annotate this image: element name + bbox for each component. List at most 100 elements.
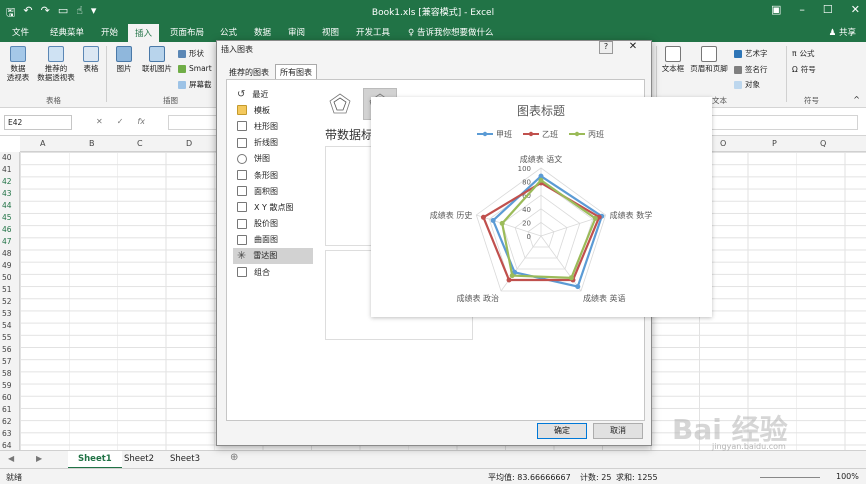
- sheet-tab-sheet3[interactable]: Sheet3: [170, 454, 200, 464]
- category-area[interactable]: 面积图: [233, 183, 313, 199]
- zoom-level[interactable]: 100%: [836, 472, 859, 481]
- row-header[interactable]: 63: [2, 429, 12, 438]
- category-templates[interactable]: 模板: [233, 102, 313, 118]
- row-header[interactable]: 49: [2, 261, 12, 270]
- ribbon-display-icon[interactable]: ▣: [771, 3, 781, 16]
- row-header[interactable]: 59: [2, 381, 12, 390]
- row-header[interactable]: 55: [2, 333, 12, 342]
- row-header[interactable]: 58: [2, 369, 12, 378]
- category-scatter[interactable]: X Y 散点图: [233, 199, 313, 215]
- row-header[interactable]: 50: [2, 273, 12, 282]
- header-footer-button[interactable]: 页眉和页脚: [688, 46, 730, 73]
- category-recent[interactable]: ↺ 最近: [233, 86, 313, 102]
- row-header[interactable]: 46: [2, 225, 12, 234]
- close-icon[interactable]: ✕: [617, 41, 649, 54]
- row-header[interactable]: 48: [2, 249, 12, 258]
- signature-line-button[interactable]: 签名行: [734, 64, 768, 75]
- sheet-tab-sheet1[interactable]: Sheet1: [68, 451, 122, 469]
- ok-button[interactable]: 确定: [537, 423, 587, 439]
- row-header[interactable]: 51: [2, 285, 12, 294]
- pictures-button[interactable]: 图片: [114, 46, 134, 73]
- subtype-radar[interactable]: [323, 88, 357, 120]
- help-icon[interactable]: ?: [599, 41, 613, 54]
- share-label: 共享: [838, 28, 856, 38]
- column-header[interactable]: O: [720, 139, 726, 148]
- row-header[interactable]: 42: [2, 177, 12, 186]
- row-header[interactable]: 52: [2, 297, 12, 306]
- row-header[interactable]: 40: [2, 153, 12, 162]
- row-header[interactable]: 60: [2, 393, 12, 402]
- object-button[interactable]: 对象: [734, 79, 760, 90]
- row-header[interactable]: 62: [2, 417, 12, 426]
- symbol-button[interactable]: Ω 符号: [792, 64, 816, 75]
- tab-file[interactable]: 文件: [12, 26, 29, 38]
- screenshot-button[interactable]: 屏幕截: [178, 79, 212, 90]
- maximize-icon[interactable]: ☐: [823, 3, 833, 16]
- share-button[interactable]: ♟ 共享: [829, 26, 856, 38]
- tab-all-charts[interactable]: 所有图表: [275, 64, 317, 80]
- recommended-pivot-button[interactable]: 推荐的 数据透视表: [36, 46, 76, 82]
- add-sheet-icon[interactable]: ⊕: [230, 452, 238, 463]
- column-header[interactable]: B: [89, 139, 95, 148]
- category-column[interactable]: 柱形图: [233, 118, 313, 134]
- table-button[interactable]: 表格: [80, 46, 102, 73]
- row-header[interactable]: 54: [2, 321, 12, 330]
- minimize-icon[interactable]: –: [799, 3, 805, 16]
- tab-formulas[interactable]: 公式: [220, 26, 237, 38]
- row-header[interactable]: 57: [2, 357, 12, 366]
- row-header[interactable]: 41: [2, 165, 12, 174]
- pi-icon: π: [792, 49, 797, 58]
- tell-me-search[interactable]: ♀ 告诉我你想要做什么: [408, 26, 493, 38]
- row-header[interactable]: 53: [2, 309, 12, 318]
- category-pie[interactable]: 饼图: [233, 151, 313, 167]
- column-header[interactable]: Q: [820, 139, 826, 148]
- text-group-label: 文本: [712, 96, 727, 105]
- row-header[interactable]: 61: [2, 405, 12, 414]
- tab-developer[interactable]: 开发工具: [356, 26, 390, 38]
- omega-icon: Ω: [792, 65, 798, 74]
- next-sheet-icon[interactable]: ▶: [36, 454, 42, 463]
- shapes-button[interactable]: 形状: [178, 48, 204, 59]
- insert-function-icon[interactable]: fx: [137, 117, 145, 126]
- textbox-button[interactable]: 文本框: [660, 46, 686, 73]
- row-header[interactable]: 56: [2, 345, 12, 354]
- screenshot-label: 屏幕截: [189, 80, 212, 89]
- row-header[interactable]: 44: [2, 201, 12, 210]
- row-header[interactable]: 64: [2, 441, 12, 450]
- category-radar[interactable]: ✳ 雷达图: [233, 247, 313, 265]
- pivot-table-button[interactable]: 数据 透视表: [5, 46, 31, 82]
- column-header[interactable]: D: [186, 139, 192, 148]
- category-bar[interactable]: 条形图: [233, 167, 313, 183]
- wordart-button[interactable]: 艺术字: [734, 48, 768, 59]
- category-surface[interactable]: 曲面图: [233, 232, 313, 248]
- zoom-slider[interactable]: [760, 477, 820, 478]
- column-header[interactable]: C: [137, 139, 143, 148]
- tab-data[interactable]: 数据: [254, 26, 271, 38]
- cancel-icon[interactable]: ✕: [96, 117, 103, 126]
- name-box[interactable]: E42: [4, 115, 72, 130]
- sheet-tab-sheet2[interactable]: Sheet2: [124, 454, 154, 464]
- tab-home[interactable]: 开始: [101, 26, 118, 38]
- tab-recommended-charts[interactable]: 推荐的图表: [225, 65, 273, 80]
- tab-review[interactable]: 审阅: [288, 26, 305, 38]
- close-icon[interactable]: ✕: [851, 3, 860, 16]
- equation-button[interactable]: π 公式: [792, 48, 815, 59]
- row-header[interactable]: 47: [2, 237, 12, 246]
- column-header[interactable]: P: [772, 139, 777, 148]
- row-header[interactable]: 45: [2, 213, 12, 222]
- row-header[interactable]: 43: [2, 189, 12, 198]
- column-header[interactable]: A: [40, 139, 45, 148]
- category-combo[interactable]: 组合: [233, 264, 313, 280]
- prev-sheet-icon[interactable]: ◀: [8, 454, 14, 463]
- tab-classic-menu[interactable]: 经典菜单: [50, 26, 84, 38]
- category-stock[interactable]: 股价图: [233, 216, 313, 232]
- cancel-button[interactable]: 取消: [593, 423, 643, 439]
- collapse-ribbon-icon[interactable]: ^: [853, 95, 860, 104]
- online-pictures-button[interactable]: 联机图片: [138, 46, 176, 73]
- tab-page-layout[interactable]: 页面布局: [170, 26, 204, 38]
- enter-icon[interactable]: ✓: [117, 117, 124, 126]
- category-line[interactable]: 折线图: [233, 135, 313, 151]
- tab-view[interactable]: 视图: [322, 26, 339, 38]
- smartart-button[interactable]: Smart: [178, 64, 212, 73]
- tab-insert[interactable]: 插入: [128, 24, 160, 42]
